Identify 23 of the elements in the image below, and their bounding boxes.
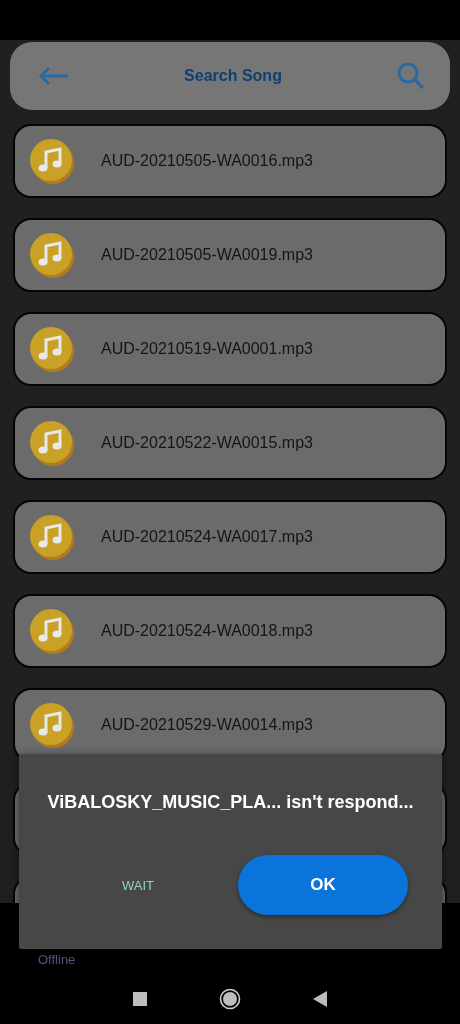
- music-note-icon: [29, 138, 75, 184]
- screen-title: Search Song: [184, 67, 282, 85]
- song-item[interactable]: AUD-20210524-WA0017.mp3: [13, 500, 447, 574]
- search-icon[interactable]: [396, 61, 426, 91]
- music-note-icon: [29, 702, 75, 748]
- song-item[interactable]: AUD-20210522-WA0015.mp3: [13, 406, 447, 480]
- song-item[interactable]: AUD-20210524-WA0018.mp3: [13, 594, 447, 668]
- music-note-icon: [29, 232, 75, 278]
- song-item[interactable]: AUD-20210519-WA0001.mp3: [13, 312, 447, 386]
- music-note-icon: [29, 514, 75, 560]
- ok-button[interactable]: OK: [238, 855, 408, 915]
- recents-icon[interactable]: [133, 992, 147, 1006]
- wait-button[interactable]: WAIT: [114, 871, 162, 899]
- back-arrow-icon[interactable]: [38, 66, 70, 86]
- music-note-icon: [29, 326, 75, 372]
- song-item[interactable]: AUD-20210505-WA0019.mp3: [13, 218, 447, 292]
- music-note-icon: [29, 420, 75, 466]
- music-note-icon: [29, 608, 75, 654]
- song-item[interactable]: AUD-20210505-WA0016.mp3: [13, 124, 447, 198]
- back-icon[interactable]: [313, 991, 327, 1007]
- status-label: Offline: [38, 952, 76, 967]
- home-icon[interactable]: [219, 988, 241, 1010]
- dialog-message: ViBALOSKY_MUSIC_PLA... isn't respond...: [47, 792, 414, 813]
